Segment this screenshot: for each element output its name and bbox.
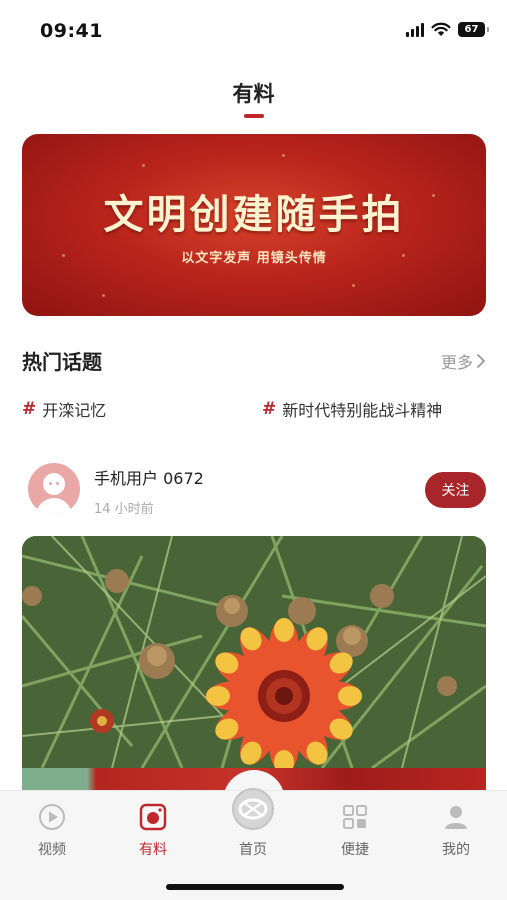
- play-icon: [39, 804, 65, 830]
- topic-label: 新时代特别能战斗精神: [282, 401, 443, 420]
- title-underline: [244, 114, 264, 118]
- hash-icon: #: [22, 399, 37, 419]
- signal-icon: [406, 22, 424, 37]
- avatar[interactable]: [28, 463, 80, 515]
- promo-banner[interactable]: 文明创建随手拍 以文字发声 用镜头传情: [22, 134, 486, 316]
- topic-item[interactable]: # 新时代特别能战斗精神: [262, 397, 442, 421]
- user-icon: [445, 806, 467, 829]
- more-link[interactable]: 更多: [441, 349, 485, 373]
- grid-icon: [343, 805, 367, 829]
- wifi-icon: [431, 22, 451, 36]
- topic-item[interactable]: # 开滦记忆: [22, 397, 106, 421]
- post-username[interactable]: 手机用户 0672: [94, 465, 204, 489]
- follow-button[interactable]: 关注: [425, 472, 486, 508]
- post-time: 14 小时前: [94, 502, 154, 517]
- home-indicator: [166, 884, 344, 890]
- battery-icon: 67: [458, 22, 489, 37]
- tab-label: 便捷: [341, 842, 369, 858]
- banner-subtitle: 以文字发声 用镜头传情: [181, 251, 327, 266]
- banner-title: 文明创建随手拍: [103, 192, 405, 238]
- status-bar: 09:41 67: [0, 0, 507, 62]
- chevron-right-icon: [477, 354, 485, 368]
- post-image[interactable]: [22, 536, 486, 768]
- hot-topics-title: 热门话题: [22, 350, 102, 374]
- tab-label: 我的: [442, 842, 470, 858]
- status-icons: 67: [406, 22, 489, 37]
- tab-label: 首页: [239, 842, 267, 858]
- hash-icon: #: [262, 399, 277, 419]
- status-time: 09:41: [40, 20, 103, 42]
- tab-label: 视频: [38, 842, 66, 858]
- tab-label: 有料: [139, 842, 167, 858]
- camera-icon: [139, 803, 167, 831]
- more-label: 更多: [440, 353, 473, 372]
- topic-label: 开滦记忆: [42, 401, 107, 420]
- page-title: 有料: [232, 82, 275, 106]
- flower-photo: [22, 536, 486, 768]
- home-logo-icon: [232, 788, 274, 830]
